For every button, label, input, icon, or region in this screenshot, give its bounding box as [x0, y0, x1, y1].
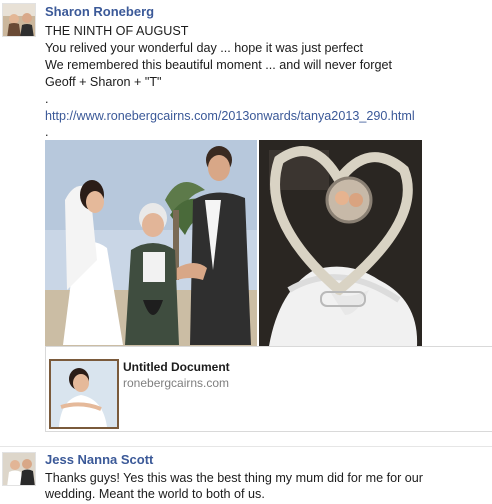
- avatar-photo: [3, 453, 35, 485]
- post-text-line: .: [45, 92, 49, 106]
- commenter-avatar[interactable]: [2, 452, 36, 486]
- post-text-line: We remembered this beautiful moment ... …: [45, 58, 392, 72]
- comment-text-line: Thanks guys! Yes this was the best thing…: [45, 471, 423, 485]
- link-preview-thumbnail[interactable]: [49, 359, 119, 429]
- link-preview-domain: ronebergcairns.com: [123, 376, 230, 390]
- post-author-name[interactable]: Sharon Roneberg: [45, 4, 154, 19]
- comment-text-line: wedding. Meant the world to both of us.: [45, 487, 265, 501]
- author-avatar[interactable]: [2, 3, 36, 37]
- avatar-photo: [3, 4, 35, 36]
- wedding-photo-image: [45, 140, 257, 346]
- keepsake-photo-image: [259, 140, 422, 346]
- post-text-line: You relived your wonderful day ... hope …: [45, 41, 364, 55]
- link-preview-title[interactable]: Untitled Document: [123, 360, 230, 374]
- comment-author-name[interactable]: Jess Nanna Scott: [45, 452, 153, 467]
- post-text-line: THE NINTH OF AUGUST: [45, 24, 189, 38]
- thumbnail-image: [51, 361, 117, 427]
- wedding-photo[interactable]: [45, 140, 257, 346]
- comment-divider: [0, 446, 492, 447]
- keepsake-photo[interactable]: [259, 140, 422, 346]
- link-preview-card[interactable]: Untitled Document ronebergcairns.com: [45, 346, 492, 432]
- post-text-line: Geoff + Sharon + "T": [45, 75, 162, 89]
- post-text-line: .: [45, 125, 49, 139]
- post-link[interactable]: http://www.ronebergcairns.com/2013onward…: [45, 108, 415, 124]
